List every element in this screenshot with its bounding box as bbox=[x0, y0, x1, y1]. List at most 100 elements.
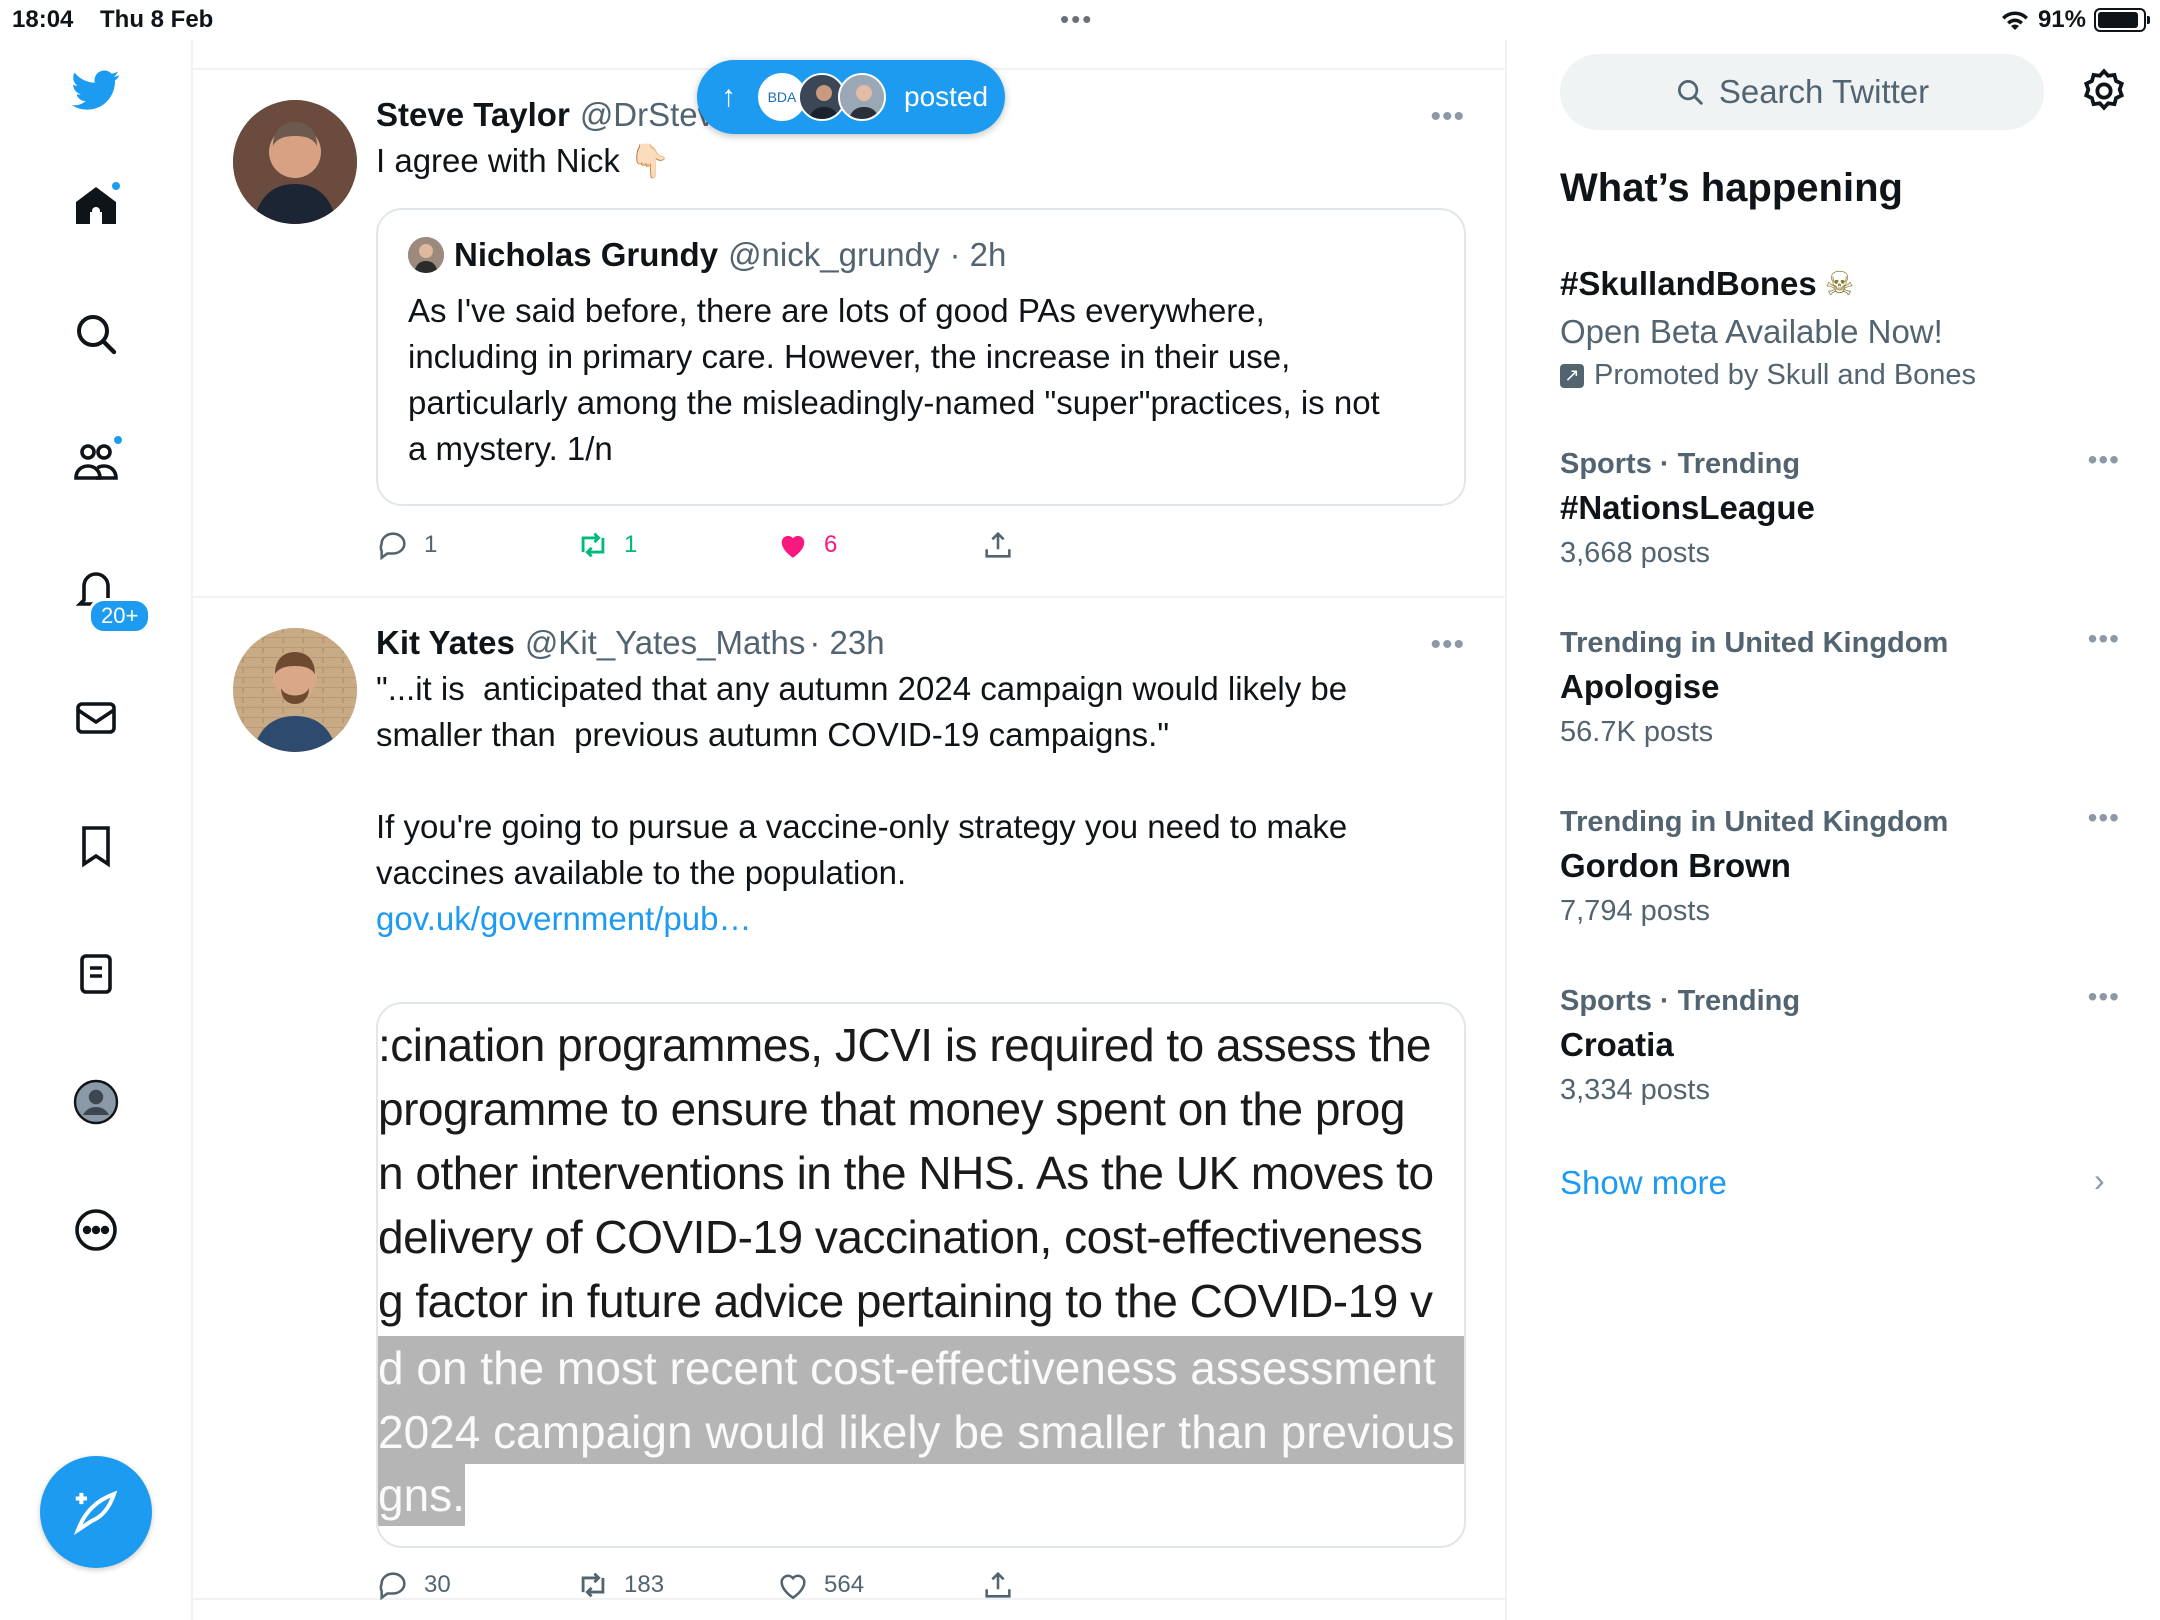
pill-label: posted bbox=[904, 81, 989, 112]
like-count: 6 bbox=[824, 531, 838, 558]
quoted-tweet[interactable]: Nicholas Grundy @nick_grundy · 2h As I'v… bbox=[376, 208, 1466, 506]
tweet-link[interactable]: gov.uk/government/pub… bbox=[376, 896, 1466, 942]
tweet-actions: 1 1 6 bbox=[376, 528, 1015, 562]
like-button[interactable]: 6 bbox=[776, 528, 981, 562]
trend-item[interactable]: Trending in United Kingdom Apologise 56.… bbox=[1560, 623, 2120, 749]
twitter-logo-icon[interactable] bbox=[66, 60, 126, 120]
trend-more-icon[interactable]: ••• bbox=[2088, 623, 2120, 655]
retweet-count: 183 bbox=[624, 1571, 665, 1598]
battery-level bbox=[2098, 12, 2139, 28]
media-text-line: delivery of COVID-19 vaccination, cost-e… bbox=[378, 1211, 1423, 1263]
reply-icon bbox=[379, 1572, 406, 1601]
compose-icon bbox=[73, 1490, 118, 1536]
wifi-icon bbox=[2001, 11, 2028, 30]
retweet-button[interactable]: 1 bbox=[576, 528, 776, 562]
lists-icon[interactable] bbox=[66, 944, 126, 1004]
bookmark-icon[interactable] bbox=[66, 816, 126, 876]
trend-name: #NationsLeague bbox=[1560, 489, 1815, 526]
trend-count: 7,794 posts bbox=[1560, 895, 1710, 927]
avatar[interactable] bbox=[233, 628, 357, 752]
tweet-media-image[interactable]: :cination programmes, JCVI is required t… bbox=[376, 1002, 1466, 1548]
media-text-line: :cination programmes, JCVI is required t… bbox=[378, 1019, 1431, 1071]
trend-item[interactable]: Sports · Trending Croatia 3,334 posts ••… bbox=[1560, 981, 2120, 1107]
reply-button[interactable]: 1 bbox=[376, 528, 576, 562]
heart-filled-icon bbox=[781, 535, 805, 558]
trend-count: 3,668 posts bbox=[1560, 537, 1710, 569]
tweet-body: Kit Yates @Kit_Yates_Maths · 23h "...it … bbox=[376, 624, 1466, 942]
show-more-link[interactable]: Show more bbox=[1560, 1164, 1727, 1202]
trend-name: Croatia bbox=[1560, 1026, 1674, 1063]
trend-more-icon[interactable]: ••• bbox=[2088, 444, 2120, 476]
more-icon[interactable] bbox=[66, 1200, 126, 1260]
share-button[interactable] bbox=[981, 528, 1015, 562]
trend-item[interactable]: Sports · Trending #NationsLeague 3,668 p… bbox=[1560, 444, 2120, 570]
right-sidebar: Search Twitter What’s happening #Skullan… bbox=[1509, 40, 2160, 1620]
compose-button[interactable] bbox=[40, 1456, 152, 1568]
search-input[interactable]: Search Twitter bbox=[1560, 54, 2044, 130]
retweet-button[interactable]: 183 bbox=[576, 1568, 776, 1602]
tweet-text: "...it is anticipated that any autumn 20… bbox=[376, 670, 1348, 891]
reply-icon bbox=[379, 532, 406, 561]
trend-more-icon[interactable]: ••• bbox=[2088, 981, 2120, 1013]
communities-unread-dot bbox=[112, 434, 124, 446]
home-icon[interactable] bbox=[66, 176, 126, 236]
promoted-subtitle: Open Beta Available Now! bbox=[1560, 313, 1943, 350]
trend-context: Trending in United Kingdom bbox=[1560, 806, 1949, 838]
profile-icon[interactable] bbox=[66, 1072, 126, 1132]
quote-avatar bbox=[408, 237, 444, 273]
chevron-right-icon[interactable]: › bbox=[2094, 1162, 2105, 1199]
skull-emoji-icon: ☠ bbox=[1824, 265, 1855, 302]
status-right: 91% bbox=[2000, 6, 2150, 34]
pill-avatar-text: BDA bbox=[767, 89, 797, 105]
trend-context: Sports · Trending bbox=[1560, 985, 1801, 1017]
home-unread-dot bbox=[110, 180, 122, 192]
trend-name: Apologise bbox=[1560, 668, 1720, 705]
settings-gear-icon[interactable] bbox=[2079, 66, 2129, 116]
tweet-more-icon[interactable]: ••• bbox=[1430, 628, 1465, 662]
timeline: Steve Taylor @DrStev I agree with Nick 👇… bbox=[193, 40, 1507, 1620]
author-name[interactable]: Kit Yates bbox=[376, 624, 515, 662]
avatar[interactable] bbox=[233, 100, 357, 224]
battery-icon bbox=[2094, 8, 2150, 32]
pill-avatar bbox=[838, 73, 886, 121]
promoted-by-text: Promoted by Skull and Bones bbox=[1594, 359, 1977, 391]
heart-icon bbox=[780, 1574, 806, 1600]
quote-author-name: Nicholas Grundy bbox=[454, 236, 719, 273]
communities-icon[interactable] bbox=[66, 432, 126, 492]
retweet-icon bbox=[581, 1572, 605, 1598]
like-button[interactable]: 564 bbox=[776, 1568, 981, 1602]
tweet-more-icon[interactable]: ••• bbox=[1430, 100, 1465, 134]
trend-item[interactable]: Trending in United Kingdom Gordon Brown … bbox=[1560, 802, 2120, 928]
author-name[interactable]: Steve Taylor bbox=[376, 96, 570, 134]
media-highlighted-line: gns. bbox=[378, 1464, 465, 1526]
multitasking-dots-icon[interactable]: ••• bbox=[1060, 4, 1093, 35]
tweet-text: I agree with Nick 👇🏻 bbox=[376, 142, 671, 179]
reply-button[interactable]: 30 bbox=[376, 1568, 576, 1602]
mail-icon[interactable] bbox=[66, 688, 126, 748]
trend-more-icon[interactable]: ••• bbox=[2088, 802, 2120, 834]
search-icon[interactable] bbox=[66, 304, 126, 364]
media-highlighted-line: 2024 campaign would likely be smaller th… bbox=[378, 1400, 1464, 1464]
author-handle[interactable]: @DrStev bbox=[580, 96, 714, 134]
new-posts-pill[interactable]: ↑ BDA posted bbox=[697, 60, 1005, 134]
author-handle[interactable]: @Kit_Yates_Maths bbox=[525, 624, 806, 662]
tweet-header: Kit Yates @Kit_Yates_Maths · 23h bbox=[376, 624, 1466, 662]
reply-count: 30 bbox=[424, 1571, 451, 1598]
like-count: 564 bbox=[824, 1571, 865, 1598]
promoted-title: #SkullandBones ☠ bbox=[1560, 264, 2120, 303]
share-icon bbox=[985, 1571, 1011, 1598]
tweet[interactable]: Kit Yates @Kit_Yates_Maths · 23h "...it … bbox=[193, 598, 1505, 1602]
battery-percent: 91% bbox=[2037, 6, 2086, 33]
tweet-time[interactable]: · 23h bbox=[809, 624, 884, 662]
tweet[interactable]: Steve Taylor @DrStev I agree with Nick 👇… bbox=[193, 70, 1505, 598]
media-text-line: g factor in future advice pertaining to … bbox=[378, 1275, 1433, 1327]
trend-context: Trending in United Kingdom bbox=[1560, 627, 1949, 659]
retweet-count: 1 bbox=[624, 531, 638, 558]
trend-count: 56.7K posts bbox=[1560, 716, 1714, 748]
trend-name: Gordon Brown bbox=[1560, 847, 1791, 884]
share-button[interactable] bbox=[981, 1568, 1015, 1602]
status-bar: 18:04 Thu 8 Feb ••• 91% bbox=[0, 0, 2160, 40]
promoted-trend[interactable]: #SkullandBones ☠ Open Beta Available Now… bbox=[1560, 264, 2120, 392]
media-text-line: programme to ensure that money spent on … bbox=[378, 1083, 1405, 1135]
media-text-line: n other interventions in the NHS. As the… bbox=[378, 1147, 1434, 1199]
